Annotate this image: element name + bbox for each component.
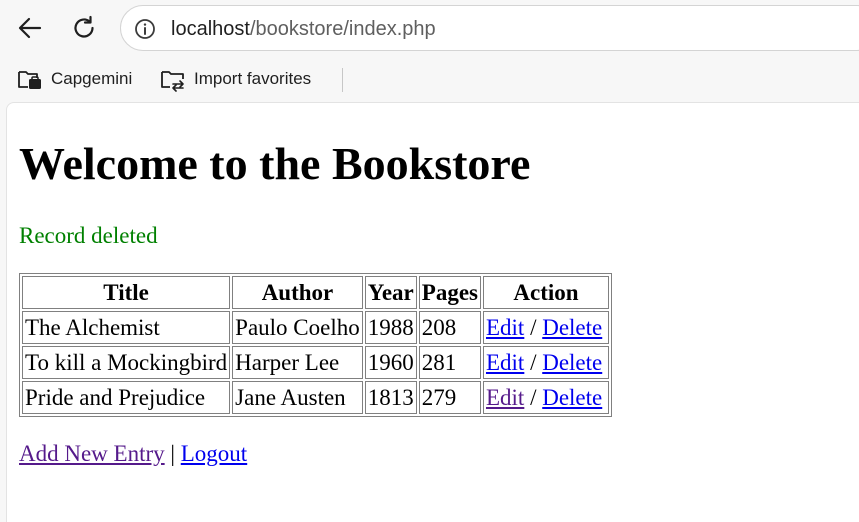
action-separator: / — [530, 314, 537, 340]
action-separator: / — [530, 384, 537, 410]
arrow-left-icon — [18, 17, 42, 39]
cell-title: To kill a Mockingbird — [22, 346, 231, 379]
page-content: Welcome to the Bookstore Record deleted … — [6, 102, 859, 522]
cell-year: 1960 — [364, 346, 417, 379]
cell-action: Edit / Delete — [482, 311, 609, 344]
footer-links: Add New Entry | Logout — [19, 441, 247, 467]
folder-icon — [18, 71, 41, 89]
url-host: localhost — [171, 18, 250, 40]
back-button[interactable] — [12, 10, 48, 46]
page-title: Welcome to the Bookstore — [19, 138, 531, 189]
url-text[interactable]: localhost/bookstore/index.php — [171, 17, 436, 41]
table-row: The Alchemist Paulo Coelho 1988 208 Edit… — [22, 311, 609, 344]
favorites-divider — [342, 68, 343, 92]
cell-action: Edit / Delete — [482, 346, 609, 379]
header-year: Year — [364, 276, 417, 309]
address-bar[interactable]: localhost/bookstore/index.php — [120, 5, 859, 51]
cell-action: Edit / Delete — [482, 381, 609, 414]
cell-author: Paulo Coelho — [232, 311, 363, 344]
add-new-entry-link[interactable]: Add New Entry — [19, 441, 165, 466]
favorite-capgemini[interactable]: Capgemini — [17, 65, 132, 93]
status-message: Record deleted — [19, 223, 158, 248]
delete-link[interactable]: Delete — [542, 350, 602, 375]
cell-author: Harper Lee — [232, 346, 363, 379]
site-info-icon[interactable] — [133, 17, 157, 41]
cell-title: The Alchemist — [22, 311, 231, 344]
logout-link[interactable]: Logout — [181, 441, 247, 466]
cell-pages: 208 — [418, 311, 481, 344]
table-row: Pride and Prejudice Jane Austen 1813 279… — [22, 381, 609, 414]
cell-pages: 281 — [418, 346, 481, 379]
header-title: Title — [22, 276, 231, 309]
import-folder-icon — [161, 71, 184, 92]
edit-link[interactable]: Edit — [486, 350, 524, 375]
cell-author: Jane Austen — [232, 381, 363, 414]
table-row: To kill a Mockingbird Harper Lee 1960 28… — [22, 346, 609, 379]
header-author: Author — [232, 276, 363, 309]
header-pages: Pages — [418, 276, 481, 309]
url-path: /bookstore/index.php — [249, 18, 436, 40]
cell-pages: 279 — [418, 381, 481, 414]
favorites-bar: Capgemini Import favorites — [0, 56, 859, 102]
favorite-import[interactable]: Import favorites — [160, 65, 311, 93]
action-separator: / — [530, 349, 537, 375]
table-header-row: Title Author Year Pages Action — [22, 276, 609, 309]
reload-button[interactable] — [66, 10, 102, 46]
favorite-label: Import favorites — [194, 69, 312, 88]
header-action: Action — [482, 276, 609, 309]
edit-link[interactable]: Edit — [486, 385, 524, 410]
delete-link[interactable]: Delete — [542, 315, 602, 340]
cell-year: 1813 — [364, 381, 417, 414]
footer-separator: | — [170, 441, 175, 466]
favorite-label: Capgemini — [51, 69, 133, 88]
browser-toolbar: localhost/bookstore/index.php — [0, 0, 859, 56]
edit-link[interactable]: Edit — [486, 315, 524, 340]
delete-link[interactable]: Delete — [542, 385, 602, 410]
books-table: Title Author Year Pages Action The Alche… — [19, 273, 612, 417]
cell-title: Pride and Prejudice — [22, 381, 231, 414]
reload-icon — [74, 15, 94, 38]
cell-year: 1988 — [364, 311, 417, 344]
